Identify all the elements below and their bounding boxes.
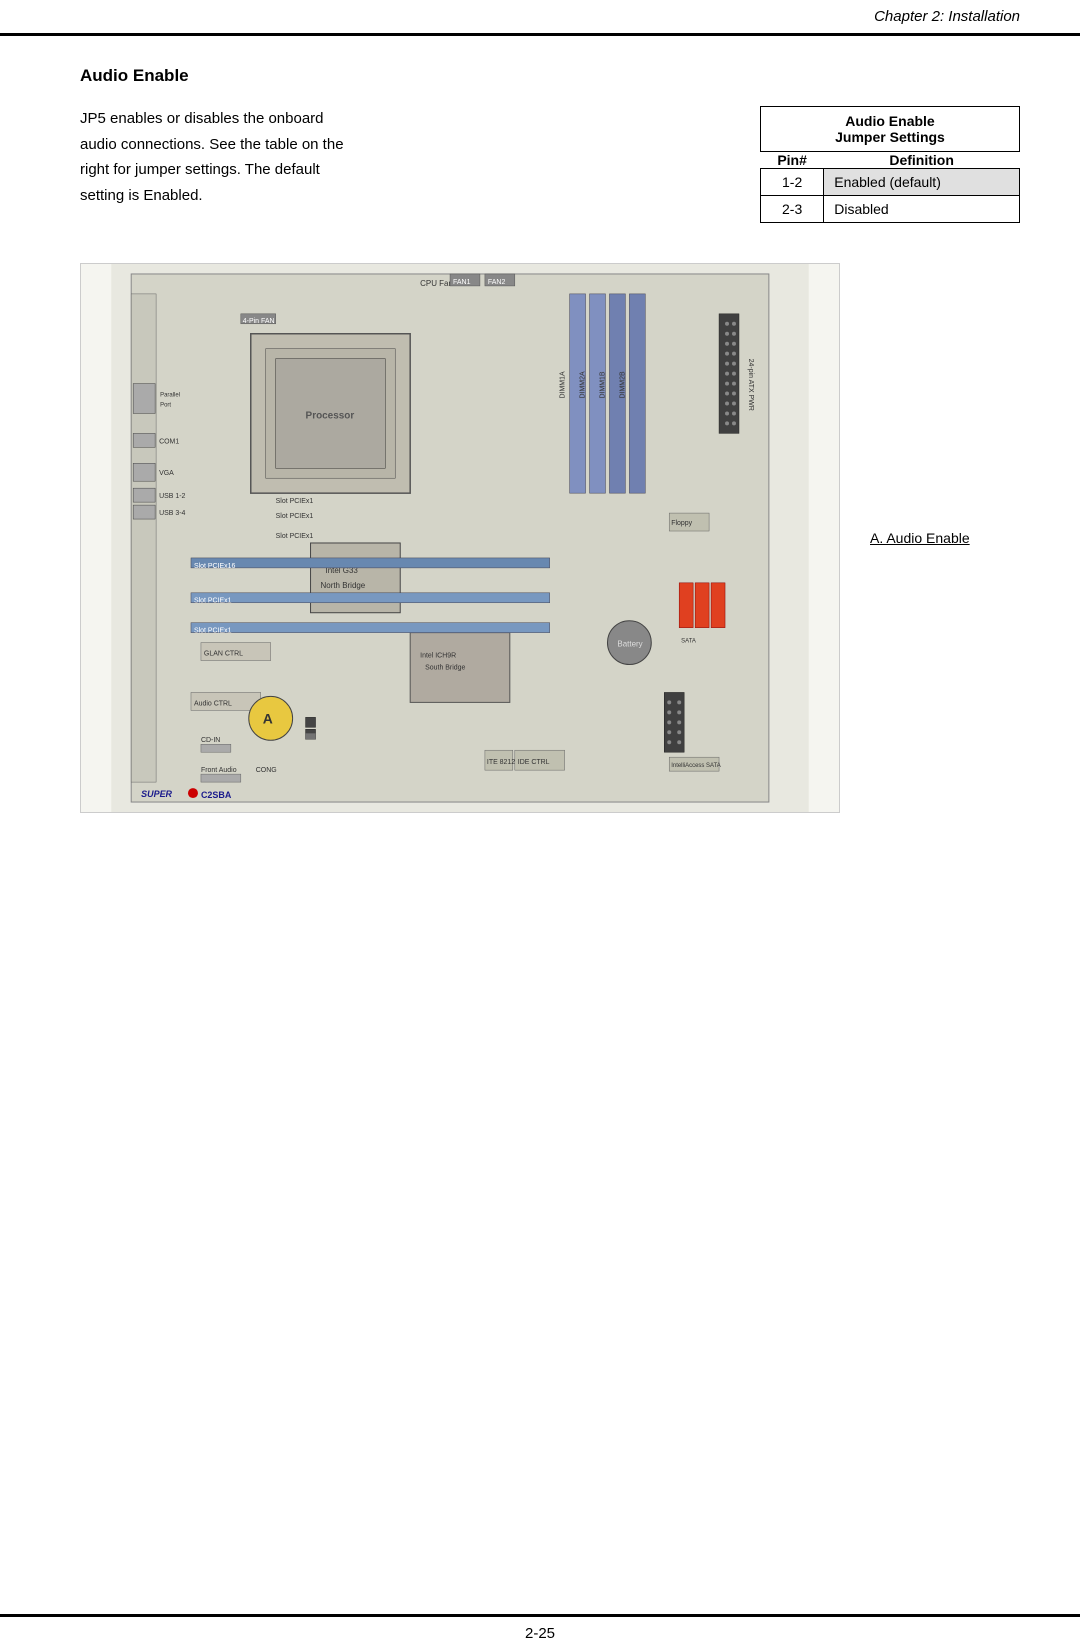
svg-text:Battery: Battery: [617, 640, 642, 649]
svg-text:Slot PCIEx1: Slot PCIEx1: [194, 598, 232, 605]
svg-text:South Bridge: South Bridge: [425, 665, 465, 672]
diagram-label-area: A. Audio Enable: [860, 263, 1020, 813]
svg-text:Port: Port: [160, 402, 171, 408]
table-row: 1-2 Enabled (default): [761, 169, 1020, 196]
svg-text:Parallel: Parallel: [160, 393, 180, 399]
svg-text:CONG: CONG: [256, 767, 277, 774]
svg-text:Floppy: Floppy: [671, 520, 692, 527]
svg-text:Intel ICH9R: Intel ICH9R: [420, 653, 456, 660]
col-def-header: Definition: [824, 152, 1020, 169]
jumper-settings-table: Audio Enable Jumper Settings Pin# Defini…: [760, 106, 1020, 223]
svg-text:GLAN CTRL: GLAN CTRL: [204, 651, 243, 658]
desc-line3: right for jumper settings. The default: [80, 161, 320, 178]
svg-text:IntelliAccess SATA: IntelliAccess SATA: [671, 763, 721, 769]
svg-text:FAN2: FAN2: [488, 279, 506, 286]
svg-text:DIMM1A: DIMM1A: [560, 371, 567, 398]
top-section: JP5 enables or disables the onboard audi…: [80, 106, 1020, 223]
diagram-caption: A. Audio Enable: [870, 530, 970, 546]
pin-1-2: 1-2: [761, 169, 824, 196]
svg-text:IDE CTRL: IDE CTRL: [518, 759, 550, 766]
svg-text:DIMM2B: DIMM2B: [619, 371, 626, 398]
diagram-container: VGA COM1 USB 1-2 USB 3-4 Parallel Port P: [80, 263, 840, 813]
svg-text:COM1: COM1: [159, 438, 179, 445]
svg-text:Slot PCIEx1: Slot PCIEx1: [276, 498, 314, 505]
svg-text:A: A: [263, 710, 273, 726]
table-container: Audio Enable Jumper Settings Pin# Defini…: [760, 106, 1020, 223]
def-enabled: Enabled (default): [824, 169, 1020, 196]
description-text: JP5 enables or disables the onboard audi…: [80, 106, 720, 223]
desc-line2: audio connections. See the table on the: [80, 136, 344, 153]
svg-text:FAN1: FAN1: [453, 279, 471, 286]
svg-text:24-pin ATX PWR: 24-pin ATX PWR: [747, 359, 754, 411]
motherboard-svg: VGA COM1 USB 1-2 USB 3-4 Parallel Port P: [81, 264, 839, 812]
svg-text:ITE 8212: ITE 8212: [487, 759, 515, 766]
svg-text:VGA: VGA: [159, 470, 174, 477]
col-pin-header: Pin#: [761, 152, 824, 169]
svg-text:DIMM2A: DIMM2A: [580, 371, 587, 398]
main-content: Audio Enable JP5 enables or disables the…: [0, 36, 1080, 873]
svg-text:USB 1-2: USB 1-2: [159, 493, 185, 500]
svg-text:CPU Fan: CPU Fan: [420, 279, 453, 288]
svg-text:North Bridge: North Bridge: [321, 581, 366, 590]
desc-line4: setting is Enabled.: [80, 187, 203, 204]
pin-2-3: 2-3: [761, 196, 824, 223]
svg-text:Slot PCIEx1: Slot PCIEx1: [194, 628, 232, 635]
svg-text:USB 3-4: USB 3-4: [159, 510, 185, 517]
svg-text:Slot PCIEx16: Slot PCIEx16: [194, 563, 236, 570]
header-bar: Chapter 2: Installation: [0, 0, 1080, 36]
table-main-header: Audio Enable Jumper Settings: [761, 107, 1020, 152]
svg-text:DIMM1B: DIMM1B: [599, 371, 606, 398]
table-row: 2-3 Disabled: [761, 196, 1020, 223]
def-disabled: Disabled: [824, 196, 1020, 223]
header-title: Chapter 2: Installation: [874, 8, 1020, 25]
footer-bar: 2-25: [0, 1614, 1080, 1650]
diagram-section: VGA COM1 USB 1-2 USB 3-4 Parallel Port P: [80, 263, 1020, 813]
svg-text:SUPER: SUPER: [141, 789, 172, 799]
footer-page-number: 2-25: [525, 1625, 555, 1642]
svg-text:Slot PCIEx1: Slot PCIEx1: [276, 513, 314, 520]
svg-text:CD-IN: CD-IN: [201, 737, 220, 744]
desc-line1: JP5 enables or disables the onboard: [80, 110, 324, 127]
svg-text:C2SBA: C2SBA: [201, 790, 232, 800]
svg-text:4-Pin FAN: 4-Pin FAN: [243, 318, 275, 325]
svg-text:SATA: SATA: [681, 639, 696, 645]
svg-text:Audio CTRL: Audio CTRL: [194, 700, 232, 707]
section-title: Audio Enable: [80, 66, 1020, 86]
svg-text:Slot PCIEx1: Slot PCIEx1: [276, 533, 314, 540]
svg-text:Processor: Processor: [306, 410, 355, 421]
svg-text:Front Audio: Front Audio: [201, 767, 237, 774]
